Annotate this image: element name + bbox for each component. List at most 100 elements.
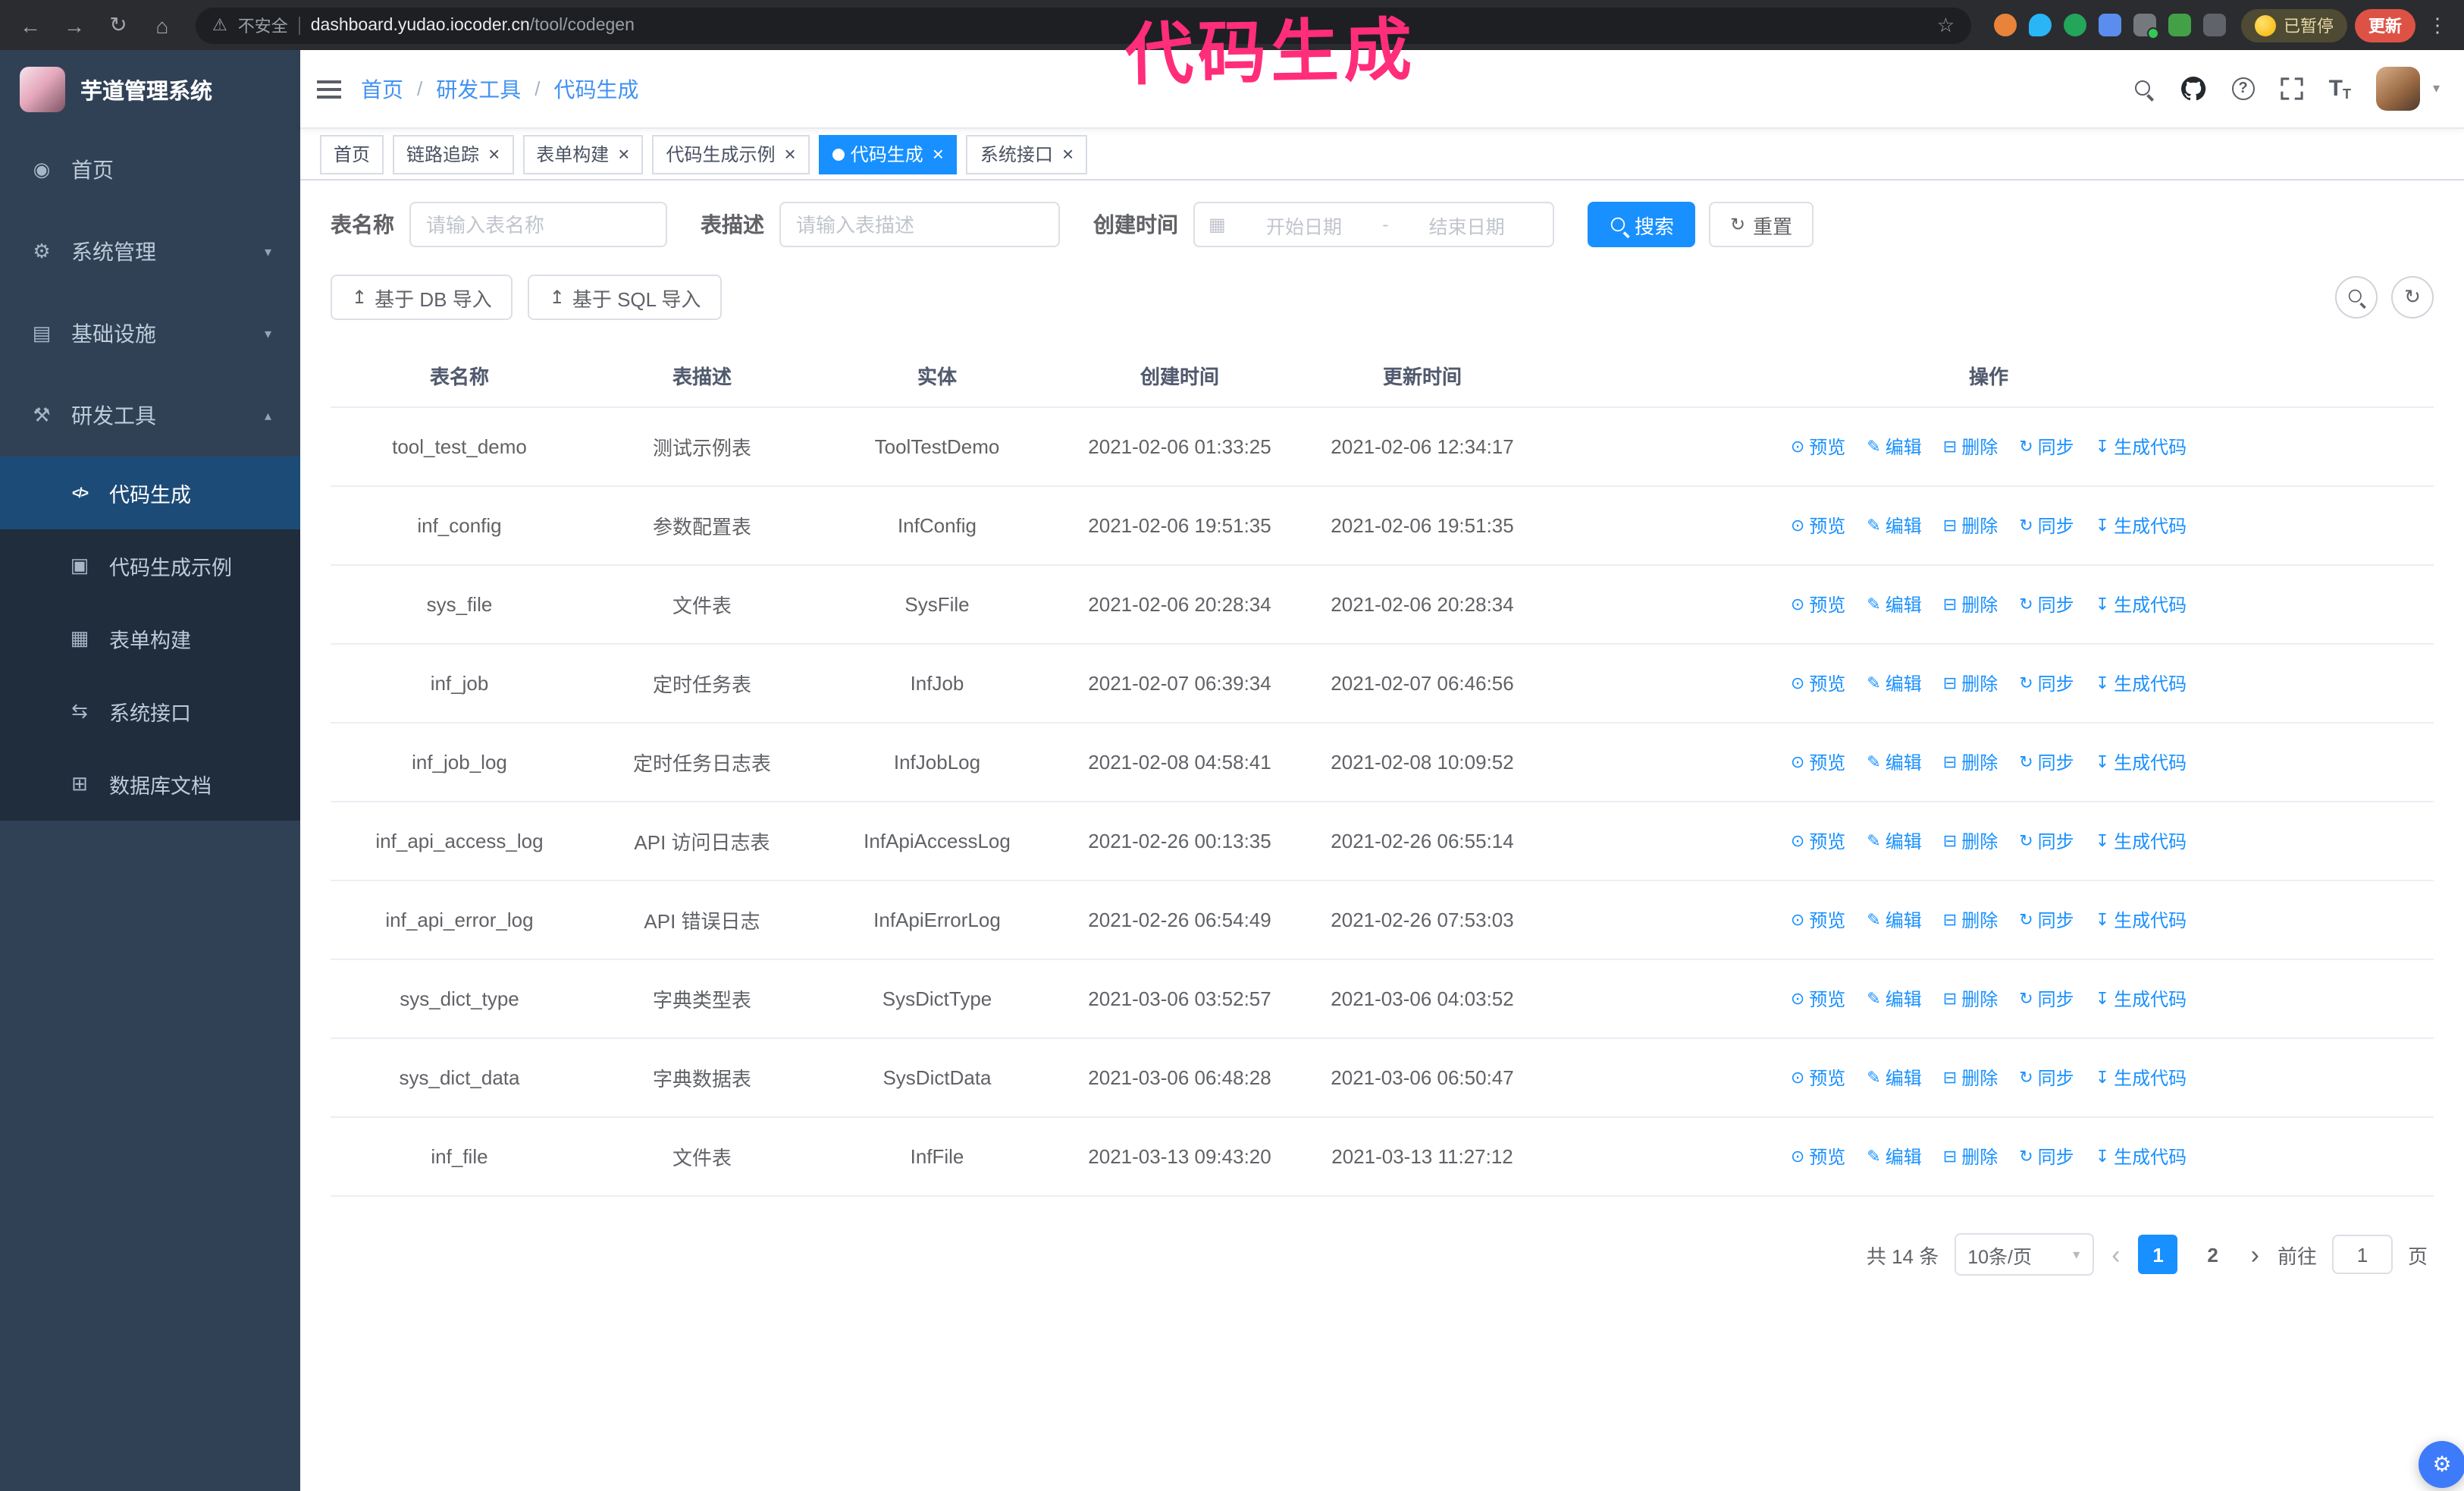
page-size-select[interactable]: 10条/页 ▾ — [1954, 1233, 2094, 1276]
sidebar-item-home[interactable]: ◉ 首页 — [0, 129, 300, 211]
sync-link[interactable]: ↻ 同步 — [2019, 907, 2074, 933]
preview-link[interactable]: ⊙ 预览 — [1791, 749, 1845, 775]
close-icon[interactable]: × — [488, 144, 500, 164]
edit-link[interactable]: ✎ 编辑 — [1867, 749, 1921, 775]
delete-link[interactable]: ⊟ 删除 — [1943, 670, 1998, 696]
edit-link[interactable]: ✎ 编辑 — [1867, 828, 1921, 854]
extension-icon-1[interactable] — [1994, 14, 2017, 36]
extensions-puzzle-icon[interactable] — [2203, 14, 2226, 36]
reset-button[interactable]: ↻ 重置 — [1709, 202, 1814, 247]
breadcrumb-dev-tools[interactable]: 研发工具 — [436, 74, 521, 104]
preview-link[interactable]: ⊙ 预览 — [1791, 1144, 1845, 1169]
preview-link[interactable]: ⊙ 预览 — [1791, 1065, 1845, 1091]
address-bar[interactable]: ⚠ 不安全 dashboard.yudao.iocoder.cn/tool/co… — [196, 7, 1971, 43]
prev-page-button[interactable]: ‹ — [2108, 1241, 2123, 1267]
delete-link[interactable]: ⊟ 删除 — [1943, 434, 1998, 460]
import-sql-button[interactable]: ↥ 基于 SQL 导入 — [528, 275, 723, 320]
extension-icon-5[interactable] — [2133, 14, 2159, 39]
page-button-2[interactable]: 2 — [2193, 1235, 2233, 1274]
edit-link[interactable]: ✎ 编辑 — [1867, 434, 1921, 460]
extension-icon-6[interactable] — [2168, 14, 2191, 36]
generate-code-link[interactable]: ↧ 生成代码 — [2096, 434, 2187, 460]
hamburger-icon[interactable] — [300, 49, 358, 128]
sidebar-item-system-api[interactable]: ⇆ 系统接口 — [0, 675, 300, 748]
forward-icon[interactable]: → — [56, 7, 92, 43]
sync-link[interactable]: ↻ 同步 — [2019, 986, 2074, 1012]
edit-link[interactable]: ✎ 编辑 — [1867, 592, 1921, 617]
refresh-table-button[interactable]: ↻ — [2391, 276, 2434, 319]
breadcrumb-home[interactable]: 首页 — [361, 74, 403, 104]
tab-system-api[interactable]: 系统接口 × — [966, 134, 1088, 174]
sidebar-item-db-docs[interactable]: ⊞ 数据库文档 — [0, 748, 300, 821]
generate-code-link[interactable]: ↧ 生成代码 — [2096, 592, 2187, 617]
sidebar-item-codegen-example[interactable]: ▣ 代码生成示例 — [0, 529, 300, 602]
generate-code-link[interactable]: ↧ 生成代码 — [2096, 513, 2187, 538]
reload-icon[interactable]: ↻ — [100, 7, 136, 43]
update-button[interactable]: 更新 — [2355, 8, 2415, 42]
sync-link[interactable]: ↻ 同步 — [2019, 434, 2074, 460]
sync-link[interactable]: ↻ 同步 — [2019, 670, 2074, 696]
sync-link[interactable]: ↻ 同步 — [2019, 592, 2074, 617]
help-icon[interactable]: ? — [2231, 77, 2255, 100]
generate-code-link[interactable]: ↧ 生成代码 — [2096, 828, 2187, 854]
preview-link[interactable]: ⊙ 预览 — [1791, 513, 1845, 538]
sidebar-item-code-generation[interactable]: </> 代码生成 — [0, 457, 300, 529]
goto-page-input[interactable] — [2331, 1235, 2393, 1274]
tab-home[interactable]: 首页 — [320, 134, 384, 174]
avatar[interactable] — [2376, 67, 2421, 111]
extension-icon-4[interactable] — [2099, 14, 2121, 36]
edit-link[interactable]: ✎ 编辑 — [1867, 1065, 1921, 1091]
preview-link[interactable]: ⊙ 预览 — [1791, 828, 1845, 854]
close-icon[interactable]: × — [933, 144, 944, 164]
generate-code-link[interactable]: ↧ 生成代码 — [2096, 907, 2187, 933]
sidebar-item-dev-tools[interactable]: ⚒ 研发工具 ▴ — [0, 375, 300, 457]
delete-link[interactable]: ⊟ 删除 — [1943, 986, 1998, 1012]
close-icon[interactable]: × — [618, 144, 629, 164]
edit-link[interactable]: ✎ 编辑 — [1867, 986, 1921, 1012]
edit-link[interactable]: ✎ 编辑 — [1867, 907, 1921, 933]
extension-icon-3[interactable] — [2064, 14, 2086, 36]
chrome-menu-icon[interactable]: ⋮ — [2423, 13, 2452, 37]
generate-code-link[interactable]: ↧ 生成代码 — [2096, 1144, 2187, 1169]
import-db-button[interactable]: ↥ 基于 DB 导入 — [331, 275, 513, 320]
close-icon[interactable]: × — [1062, 144, 1074, 164]
preview-link[interactable]: ⊙ 预览 — [1791, 592, 1845, 617]
generate-code-link[interactable]: ↧ 生成代码 — [2096, 1065, 2187, 1091]
delete-link[interactable]: ⊟ 删除 — [1943, 592, 1998, 617]
edit-link[interactable]: ✎ 编辑 — [1867, 1144, 1921, 1169]
search-button[interactable]: 搜索 — [1588, 202, 1696, 247]
extension-icon-2[interactable] — [2029, 14, 2052, 36]
sync-link[interactable]: ↻ 同步 — [2019, 828, 2074, 854]
delete-link[interactable]: ⊟ 删除 — [1943, 1065, 1998, 1091]
delete-link[interactable]: ⊟ 删除 — [1943, 828, 1998, 854]
sync-link[interactable]: ↻ 同步 — [2019, 1065, 2074, 1091]
preview-link[interactable]: ⊙ 预览 — [1791, 670, 1845, 696]
bookmark-star-icon[interactable]: ☆ — [1937, 13, 1955, 37]
back-icon[interactable]: ← — [12, 7, 49, 43]
tab-code-generation[interactable]: 代码生成 × — [818, 134, 958, 174]
next-page-button[interactable]: › — [2248, 1241, 2262, 1267]
edit-link[interactable]: ✎ 编辑 — [1867, 513, 1921, 538]
table-name-input[interactable] — [409, 202, 667, 247]
font-size-icon[interactable]: TT — [2329, 76, 2351, 102]
delete-link[interactable]: ⊟ 删除 — [1943, 907, 1998, 933]
close-icon[interactable]: × — [785, 144, 796, 164]
delete-link[interactable]: ⊟ 删除 — [1943, 749, 1998, 775]
toggle-search-button[interactable] — [2335, 276, 2378, 319]
sidebar-item-form-builder[interactable]: ▦ 表单构建 — [0, 602, 300, 675]
delete-link[interactable]: ⊟ 删除 — [1943, 1144, 1998, 1169]
tab-codegen-example[interactable]: 代码生成示例 × — [652, 134, 810, 174]
sidebar-item-system-management[interactable]: ⚙ 系统管理 ▾ — [0, 211, 300, 293]
generate-code-link[interactable]: ↧ 生成代码 — [2096, 670, 2187, 696]
preview-link[interactable]: ⊙ 预览 — [1791, 986, 1845, 1012]
edit-link[interactable]: ✎ 编辑 — [1867, 670, 1921, 696]
preview-link[interactable]: ⊙ 预览 — [1791, 907, 1845, 933]
sync-link[interactable]: ↻ 同步 — [2019, 513, 2074, 538]
create-time-range-picker[interactable]: ▦ 开始日期 - 结束日期 — [1193, 202, 1554, 247]
sync-link[interactable]: ↻ 同步 — [2019, 749, 2074, 775]
floating-action-button[interactable]: ⚙ — [2419, 1441, 2464, 1488]
profile-paused-badge[interactable]: 已暂停 — [2241, 8, 2347, 42]
tab-trace[interactable]: 链路追踪 × — [393, 134, 514, 174]
sync-link[interactable]: ↻ 同步 — [2019, 1144, 2074, 1169]
github-icon[interactable] — [2180, 76, 2206, 102]
